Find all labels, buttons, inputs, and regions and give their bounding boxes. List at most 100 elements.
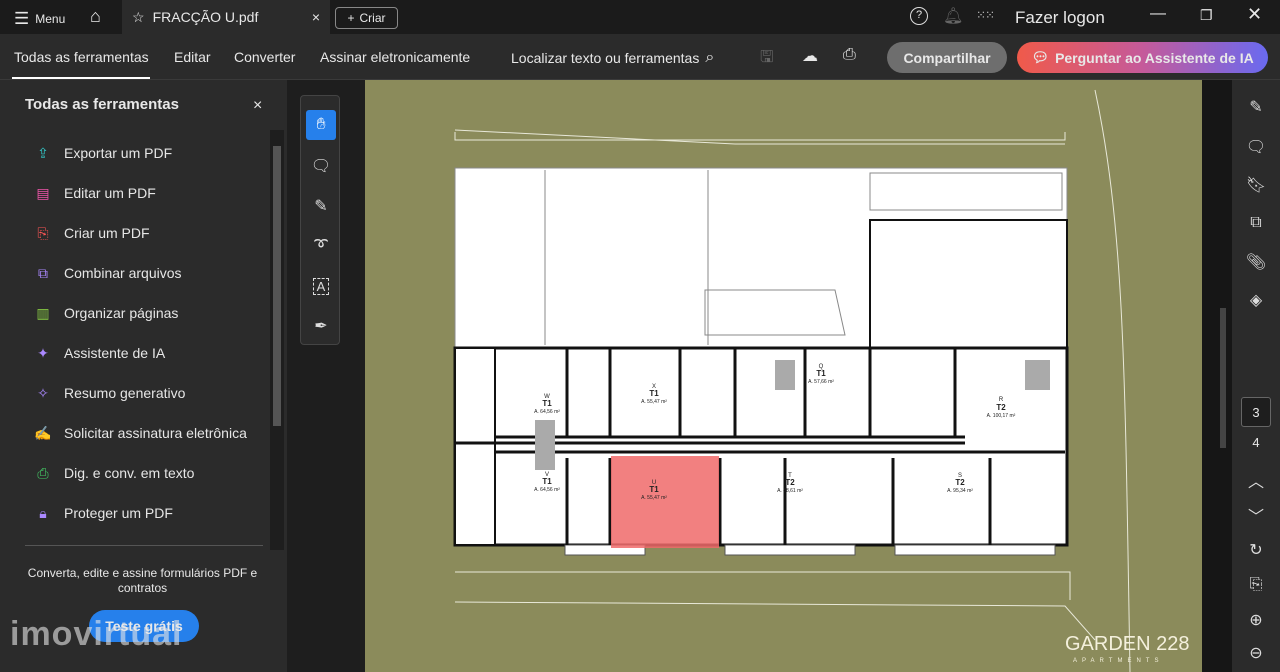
create-pdf-icon: ⎘ (37, 224, 49, 241)
divider (25, 545, 263, 546)
lock-icon: 🔒︎ (39, 504, 47, 521)
summary-icon: ✧ (37, 384, 49, 401)
share-button[interactable]: Compartilhar (887, 42, 1007, 73)
tool-export-pdf[interactable]: ⇪ Exportar um PDF (34, 144, 172, 162)
edit-icon[interactable]: ✎ (1232, 92, 1280, 122)
highlighter-icon[interactable]: ✎ (306, 191, 336, 221)
create-button[interactable]: + Criar (335, 7, 398, 29)
tool-combine-files[interactable]: ⧉ Combinar arquivos (34, 264, 182, 282)
comment-icon[interactable]: 🗨︎ (306, 151, 336, 181)
organize-icon: ▥ (36, 304, 50, 321)
ai-chat-icon: 💬︎ (1031, 49, 1050, 65)
tools-panel: Todas as ferramentas × ⇪ Exportar um PDF … (0, 80, 287, 672)
unit-t-area: A. 88,61 m² (777, 488, 803, 494)
unit-q-area: A. 57,66 m² (808, 379, 834, 385)
close-panel-icon[interactable]: × (253, 97, 262, 115)
ai-assistant-icon: ✦ (37, 344, 49, 361)
document-scrollbar[interactable] (1202, 80, 1232, 672)
help-icon[interactable]: ? (910, 7, 928, 25)
bell-icon[interactable]: 🔔︎ (943, 6, 963, 26)
unit-q-type: T1 (816, 369, 826, 378)
floating-toolbar: ✋︎ 🗨︎ ✎ ➰︎ A ✒ (300, 95, 340, 345)
hamburger-icon: ☰ (14, 9, 30, 28)
tab-edit[interactable]: Editar (174, 49, 211, 65)
tool-edit-pdf[interactable]: ▤ Editar um PDF (34, 184, 155, 202)
tool-request-signature[interactable]: ✍ Solicitar assinatura eletrônica (34, 424, 247, 442)
hand-tool-icon[interactable]: ✋︎ (306, 110, 336, 140)
unit-w-area: A. 64,56 m² (534, 409, 560, 415)
tool-ocr[interactable]: ⎙ Dig. e conv. em texto (34, 464, 194, 482)
tool-ai-assistant[interactable]: ✦ Assistente de IA (34, 344, 165, 362)
imovirtual-watermark: imovirtual (10, 615, 183, 653)
comments-icon[interactable]: 🗨︎ (1232, 132, 1280, 162)
tab-sign[interactable]: Assinar eletronicamente (320, 49, 470, 65)
highlighted-unit-u (611, 456, 719, 548)
search-tools-button[interactable]: Localizar texto ou ferramentas ⌕ (511, 49, 714, 67)
apps-grid-icon[interactable]: ⁙⁙ (976, 8, 995, 22)
tool-generative-summary[interactable]: ✧ Resumo generativo (34, 384, 185, 402)
text-select-icon[interactable]: A (306, 271, 336, 301)
minimize-icon[interactable]: — (1150, 5, 1166, 23)
layers-icon[interactable]: ◈ (1232, 285, 1280, 315)
tab-all-tools[interactable]: Todas as ferramentas (14, 49, 149, 65)
floor-plan: W T1 A. 64,56 m² X T1 A. 55,47 m² Q T1 A… (453, 89, 1190, 672)
next-page-number[interactable]: 4 (1232, 435, 1280, 450)
signature-icon: ✍ (34, 424, 52, 441)
unit-v-type: T1 (542, 477, 552, 486)
rotate-icon[interactable]: ↻ (1232, 535, 1280, 565)
edit-pdf-icon: ▤ (36, 184, 50, 201)
panel-scrollbar[interactable] (270, 130, 284, 550)
unit-u-area: A. 55,47 m² (641, 495, 667, 501)
unit-t-type: T2 (785, 478, 795, 487)
unit-x-area: A. 55,47 m² (641, 399, 667, 405)
sign-icon[interactable]: ✒ (306, 311, 336, 341)
pdf-page[interactable]: W T1 A. 64,56 m² X T1 A. 55,47 m² Q T1 A… (365, 80, 1202, 672)
chevron-up-icon[interactable]: ︿ (1232, 465, 1280, 495)
panel-title: Todas as ferramentas (25, 96, 179, 113)
sign-in-button[interactable]: Fazer logon (1015, 8, 1105, 28)
logo-subtitle: APARTMENTS (1073, 658, 1163, 664)
promo-text: Converta, edite e assine formulários PDF… (27, 566, 258, 595)
draw-icon[interactable]: ➰︎ (306, 231, 336, 261)
unit-r-type: T2 (996, 403, 1006, 412)
page-fit-icon[interactable]: ⎘ (1232, 570, 1280, 600)
close-tab-icon[interactable]: × (312, 9, 320, 25)
ocr-icon: ⎙ (37, 464, 49, 481)
zoom-out-icon[interactable]: ⊖ (1232, 638, 1280, 668)
tool-protect-pdf[interactable]: 🔒︎ Proteger um PDF (34, 504, 173, 522)
unit-u-type: T1 (649, 485, 659, 494)
menu-button[interactable]: ☰ Menu (14, 9, 65, 29)
unit-s-type: T2 (955, 478, 965, 487)
right-sidebar: ✎ 🗨︎ 🔖︎ ⧉ 📎︎ ◈ 3 4 ︿ ﹀ ↻ ⎘ ⊕ ⊖ (1232, 80, 1280, 672)
print-icon[interactable]: ⎙ (843, 46, 856, 64)
attachment-icon[interactable]: 📎︎ (1232, 247, 1280, 277)
close-window-icon[interactable]: ✕ (1247, 4, 1262, 25)
ai-assistant-button[interactable]: 💬︎ Perguntar ao Assistente de IA (1017, 42, 1268, 73)
search-icon: ⌕ (705, 49, 715, 66)
chevron-down-icon[interactable]: ﹀ (1232, 500, 1280, 530)
save-icon[interactable]: 🖫 (760, 46, 774, 73)
unit-r-area: A. 100,17 m² (987, 413, 1016, 419)
export-pdf-icon: ⇪ (37, 144, 49, 161)
pages-icon[interactable]: ⧉ (1232, 208, 1280, 238)
document-tab[interactable]: ☆ FRACÇÃO U.pdf × (122, 0, 330, 34)
current-page-input[interactable]: 3 (1241, 397, 1271, 427)
plus-icon: + (347, 11, 355, 25)
title-bar: ☰ Menu ⌂ ☆ FRACÇÃO U.pdf × + Criar ? 🔔︎ ⁙⁙ F… (0, 0, 1280, 34)
unit-x-type: T1 (649, 389, 659, 398)
home-icon[interactable]: ⌂ (90, 6, 101, 27)
bookmark-icon[interactable]: 🔖︎ (1232, 170, 1280, 200)
main-toolbar: Todas as ferramentas Editar Converter As… (0, 34, 1280, 80)
tool-create-pdf[interactable]: ⎘ Criar um PDF (34, 224, 149, 242)
active-tab-indicator (12, 77, 150, 79)
tab-convert[interactable]: Converter (234, 49, 295, 65)
unit-s-area: A. 95,34 m² (947, 488, 973, 494)
combine-icon: ⧉ (38, 264, 48, 281)
garden-228-logo: GARDEN 228 (1065, 633, 1190, 655)
unit-v-area: A. 64,56 m² (534, 487, 560, 493)
zoom-in-icon[interactable]: ⊕ (1232, 605, 1280, 635)
cloud-upload-icon[interactable]: ☁ (802, 46, 818, 66)
restore-icon[interactable]: ❐ (1200, 7, 1213, 24)
star-icon[interactable]: ☆ (132, 9, 145, 26)
tool-organize-pages[interactable]: ▥ Organizar páginas (34, 304, 178, 322)
